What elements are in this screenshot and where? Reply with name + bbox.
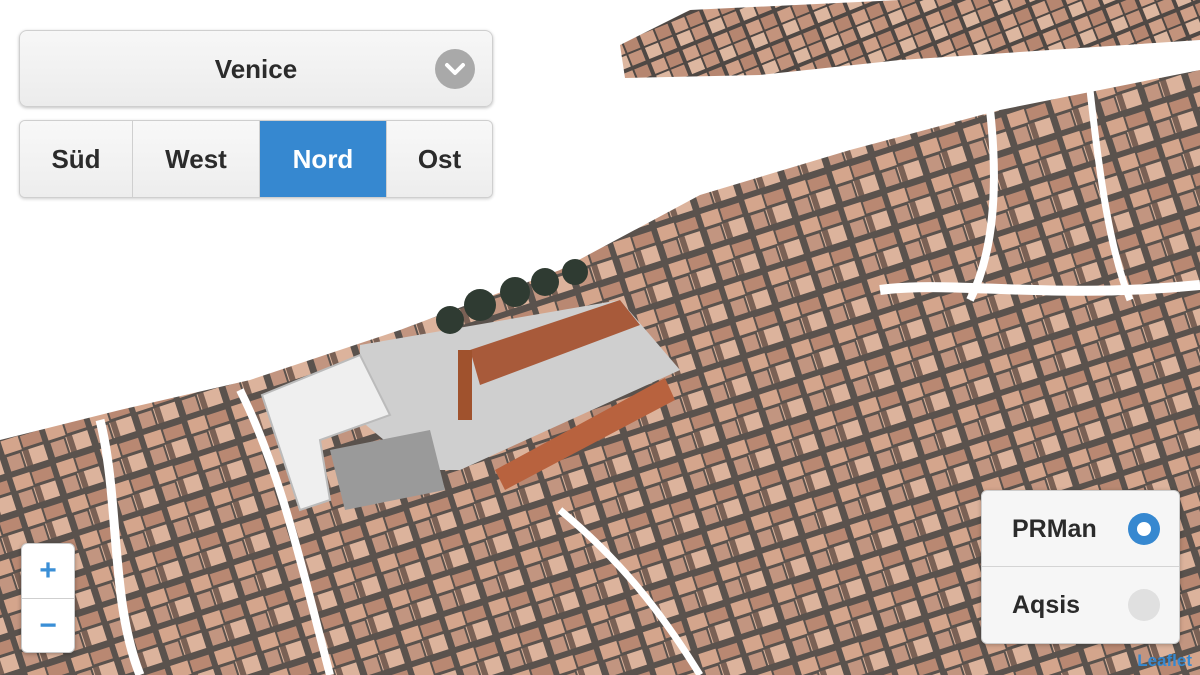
campanile xyxy=(458,350,472,420)
chevron-down-icon xyxy=(435,49,475,89)
radio-selected-icon[interactable] xyxy=(1128,513,1160,545)
renderer-option-prman[interactable]: PRMan xyxy=(982,491,1179,567)
radio-unselected-icon[interactable] xyxy=(1128,589,1160,621)
renderer-option-aqsis[interactable]: Aqsis xyxy=(982,567,1179,643)
renderer-option-label: PRMan xyxy=(1012,515,1097,543)
renderer-option-label: Aqsis xyxy=(1012,591,1081,619)
direction-button-nord[interactable]: Nord xyxy=(260,121,387,197)
city-dropdown-value: Venice xyxy=(214,54,298,84)
direction-button-west[interactable]: West xyxy=(133,121,260,197)
attribution-link[interactable]: Leaflet xyxy=(1137,651,1192,671)
city-dropdown[interactable]: Venice xyxy=(19,30,493,107)
direction-button-ost[interactable]: Ost xyxy=(387,121,492,197)
direction-button-sud[interactable]: Süd xyxy=(20,121,133,197)
direction-selector: Süd West Nord Ost xyxy=(19,120,493,198)
north-district xyxy=(620,0,1200,78)
zoom-out-button[interactable]: − xyxy=(22,599,74,652)
renderer-selector: PRMan Aqsis xyxy=(981,490,1180,644)
zoom-control: + − xyxy=(21,543,75,653)
canal xyxy=(879,280,1200,296)
zoom-in-button[interactable]: + xyxy=(22,544,74,599)
